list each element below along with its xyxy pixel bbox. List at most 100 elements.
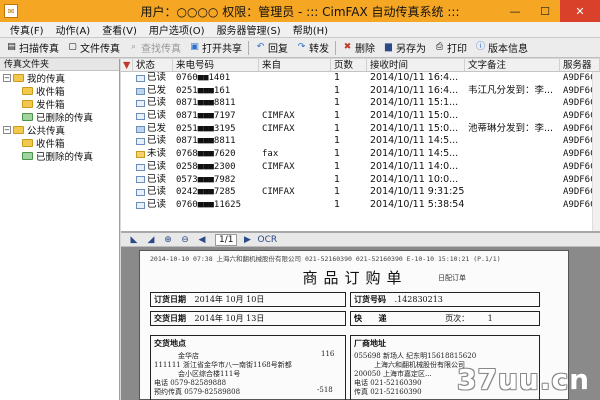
- column-note[interactable]: 文字备注: [465, 59, 560, 71]
- collapse-icon[interactable]: −: [3, 73, 11, 82]
- text-note: [465, 135, 560, 148]
- menu-help[interactable]: 帮助(H): [287, 22, 334, 37]
- fax-row[interactable]: 已读 0871■■■8811 1 2014/10/11 15:1... A9DF6CE: [121, 97, 600, 110]
- tree-item-public-inbox[interactable]: 收件箱: [0, 136, 119, 150]
- fax-sender: [259, 135, 331, 148]
- caller-number: 0251■■■3195: [176, 123, 236, 134]
- fax-row[interactable]: 已读 0760■■1401 1 2014/10/11 16:4... A9DF6CE: [121, 72, 600, 85]
- menu-server-admin[interactable]: 服务器管理(S): [211, 22, 287, 37]
- fax-row[interactable]: 已读 0871■■■8811 1 2014/10/11 14:5... A9DF6CE: [121, 135, 600, 148]
- sent-fax-icon: [136, 125, 145, 133]
- scan-fax-button[interactable]: ▤ 扫描传真: [2, 39, 63, 57]
- delivery-place-line: 111111 浙江省金华市八一南街1168号新都: [154, 361, 292, 369]
- collapse-icon[interactable]: −: [3, 125, 11, 134]
- status-text: 已读: [147, 110, 167, 122]
- status-text: 已读: [147, 160, 167, 172]
- menu-user-options[interactable]: 用户选项(O): [143, 22, 211, 37]
- minimize-button[interactable]: —: [500, 0, 530, 22]
- folder-icon: [22, 86, 33, 95]
- zoom-in-icon[interactable]: ⊕: [161, 234, 175, 246]
- row-flag: [121, 148, 133, 161]
- delivery-place-line: 金华店: [178, 352, 199, 360]
- column-time[interactable]: 接收时间: [367, 59, 465, 71]
- folder-icon: [13, 125, 24, 134]
- fax-row[interactable]: 已读 0242■■■7285 CIMFAX 1 2014/10/11 9:31:25 A9…: [121, 186, 600, 199]
- fax-row[interactable]: 未读 0768■■■7620 fax 1 2014/10/11 14:5... A9DF6…: [121, 148, 600, 161]
- fax-row[interactable]: 已读 0573■■■7982 1 2014/10/11 10:0... A9DF6CE: [121, 174, 600, 187]
- fax-row[interactable]: 已读 0258■■■2300 CIMFAX 1 2014/10/11 14:0... A9…: [121, 161, 600, 174]
- received-time: 2014/10/11 14:5...: [370, 135, 459, 147]
- column-server[interactable]: 服务器: [560, 59, 600, 71]
- scan-icon: ▤: [7, 42, 16, 52]
- tree-item-label: 公共传真: [27, 125, 66, 137]
- flag-column-icon[interactable]: ▼: [121, 59, 133, 71]
- text-note: 池蒂琳分发到：李...: [468, 122, 554, 134]
- tree-item-my-fax[interactable]: − 我的传真: [0, 71, 119, 85]
- reply-button[interactable]: ↶ 回复: [251, 39, 292, 57]
- forward-button[interactable]: ↷ 转发: [292, 39, 333, 57]
- caller-number: 0258■■■2300: [176, 161, 236, 172]
- row-flag: [121, 161, 133, 174]
- page-label: 页次：: [445, 314, 470, 323]
- column-from[interactable]: 来自: [259, 59, 331, 71]
- find-fax-button[interactable]: ⌕ 查找传真: [124, 39, 185, 57]
- tree-item-my-deleted[interactable]: 已删除的传真: [0, 110, 119, 124]
- prev-page-icon[interactable]: ◀: [195, 234, 209, 246]
- toolbar-divider: [248, 40, 249, 55]
- delete-button[interactable]: ✖ 删除: [338, 39, 379, 57]
- print-button[interactable]: ⎙ 打印: [430, 39, 471, 57]
- version-info-button[interactable]: ⓘ 版本信息: [471, 39, 532, 57]
- read-fax-icon: [136, 163, 145, 171]
- file-fax-label: 文件传真: [80, 44, 120, 55]
- tree-item-public-fax[interactable]: − 公共传真: [0, 123, 119, 137]
- zoom-out-icon[interactable]: ⊖: [178, 234, 192, 246]
- rush-label: 快: [354, 313, 362, 323]
- menu-view[interactable]: 查看(V): [96, 22, 143, 37]
- fax-row[interactable]: 已发 0251■■■161 1 2014/10/11 16:4... 韦江凡分发到：李.…: [121, 85, 600, 98]
- fax-preview-area[interactable]: 2014-10-10 07:38 上海六和翻机械股份有限公司 021-52160…: [121, 247, 600, 400]
- delivery-date-value: 2014年 10月 13日: [194, 314, 265, 323]
- fax-status: 已读: [133, 97, 173, 110]
- column-status[interactable]: 状态: [133, 59, 173, 71]
- window-controls: — ☐ ✕: [500, 0, 600, 22]
- page-count: 1: [334, 186, 341, 198]
- column-caller[interactable]: 来电号码: [173, 59, 259, 71]
- fax-row[interactable]: 已读 0760■■■11625 1 2014/10/11 5:38:54 A9DF6CE: [121, 199, 600, 212]
- next-page-icon[interactable]: ▶: [240, 234, 254, 246]
- file-fax-button[interactable]: ▢ 文件传真: [63, 39, 124, 57]
- read-fax-icon: [136, 138, 145, 146]
- text-note: [465, 186, 560, 199]
- find-icon: ⌕: [130, 42, 137, 52]
- delivery-extra: -518: [317, 386, 333, 394]
- caller-number: 0871■■■8811: [176, 98, 236, 109]
- rotate-right-icon[interactable]: ◢: [144, 234, 158, 246]
- vendor-line: 055698 新场人 纪东明15618815620: [354, 352, 477, 360]
- column-pages[interactable]: 页数: [331, 59, 367, 71]
- maximize-button[interactable]: ☐: [530, 0, 560, 22]
- fax-row[interactable]: 已发 0251■■■3195 CIMFAX 1 2014/10/11 15:0... 池蒂…: [121, 123, 600, 136]
- save-as-button[interactable]: ▆ 另存为: [379, 39, 430, 57]
- menu-fax[interactable]: 传真(F): [4, 22, 50, 37]
- delivery-date-box: 交货日期 2014年 10月 13日: [150, 311, 346, 326]
- received-time: 2014/10/11 14:5...: [370, 148, 459, 160]
- folder-pane: 传真文件夹 − 我的传真 收件箱 发件箱 已删除的传真 − 公共传真 收件箱 已…: [0, 59, 120, 400]
- tree-item-my-outbox[interactable]: 发件箱: [0, 97, 119, 111]
- fax-status: 已读: [133, 161, 173, 174]
- page-indicator[interactable]: 1/1: [215, 233, 238, 246]
- caller-number: 0768■■■7620: [176, 149, 236, 160]
- rotate-left-icon[interactable]: ◣: [127, 234, 141, 246]
- site-watermark: 37uu.cn: [457, 363, 590, 396]
- received-time: 2014/10/11 16:4...: [370, 84, 459, 96]
- open-share-button[interactable]: ▣ 打开共享: [185, 39, 246, 57]
- fax-row[interactable]: 已读 0871■■■7197 CIMFAX 1 2014/10/11 15:0... A9…: [121, 110, 600, 123]
- close-button[interactable]: ✕: [560, 0, 600, 22]
- tree-item-public-deleted[interactable]: 已删除的传真: [0, 149, 119, 163]
- version-info-label: 版本信息: [488, 44, 528, 55]
- fax-list-scrollbar[interactable]: [592, 72, 600, 231]
- tree-item-my-inbox[interactable]: 收件箱: [0, 84, 119, 98]
- forward-icon: ↷: [297, 42, 306, 52]
- ocr-icon[interactable]: OCR: [257, 234, 277, 246]
- status-text: 已发: [147, 122, 167, 134]
- menu-action[interactable]: 动作(A): [50, 22, 97, 37]
- save-as-label: 另存为: [396, 44, 426, 55]
